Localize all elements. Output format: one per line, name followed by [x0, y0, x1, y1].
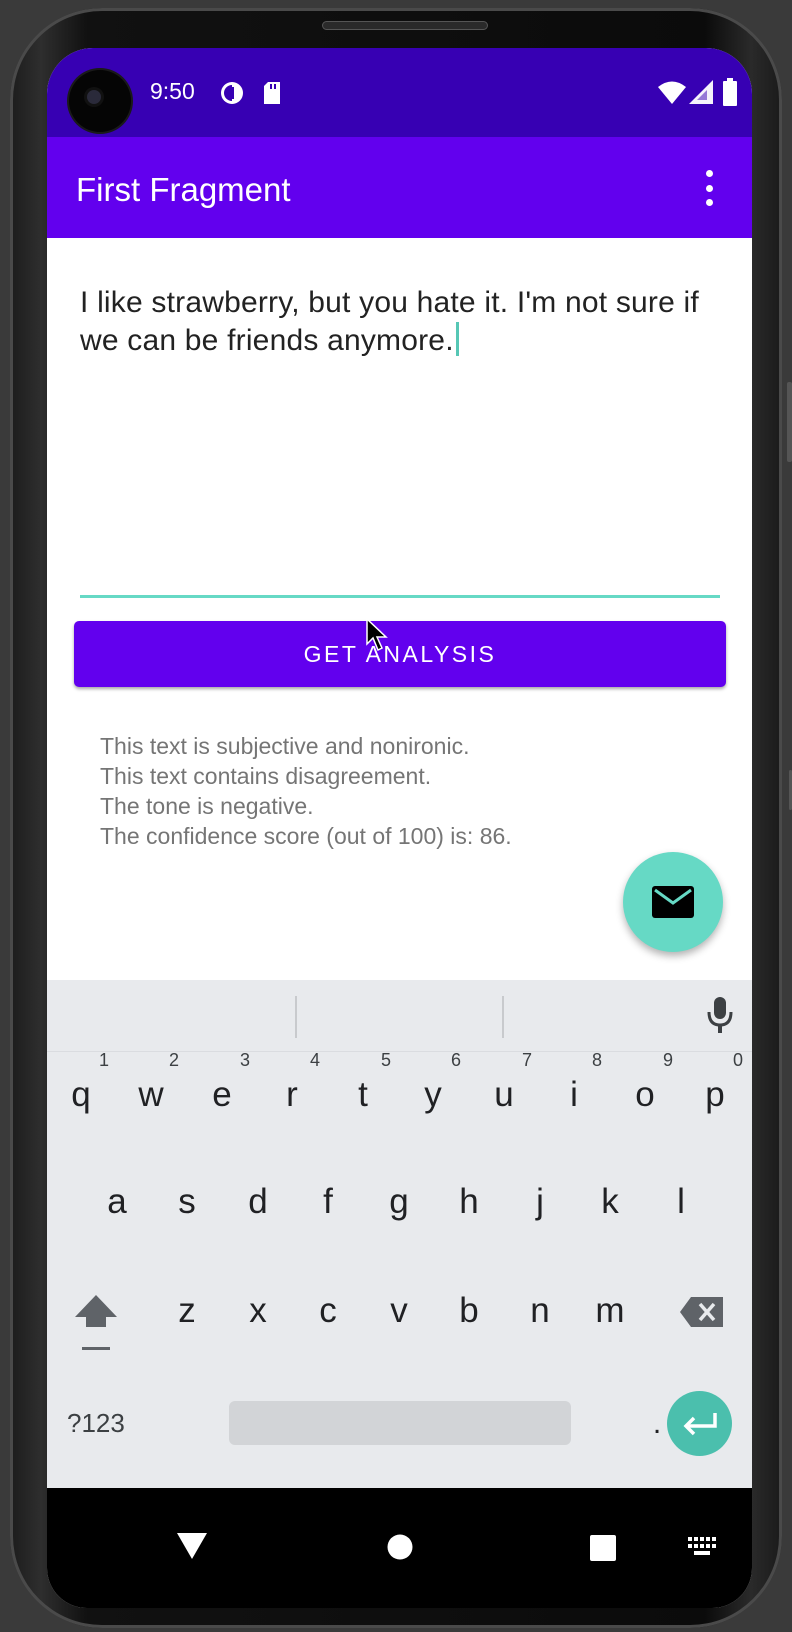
key-w[interactable]: w2 — [121, 1050, 181, 1135]
result-line: This text contains disagreement. — [100, 763, 432, 789]
analysis-results: This text is subjective and nonironic. T… — [100, 731, 512, 851]
text-cursor — [455, 322, 459, 356]
key-c[interactable]: c — [298, 1271, 358, 1351]
back-icon[interactable] — [176, 1532, 208, 1560]
keyboard-switch-icon[interactable] — [688, 1537, 718, 1557]
result-line: The tone is negative. — [100, 793, 314, 819]
text-input-value: I like strawberry, but you hate it. I'm … — [80, 286, 699, 357]
key-e[interactable]: e3 — [192, 1050, 252, 1135]
text-input-field[interactable]: I like strawberry, but you hate it. I'm … — [80, 282, 720, 598]
key-f[interactable]: f — [298, 1162, 358, 1242]
enter-key[interactable] — [667, 1391, 732, 1456]
suggestion-divider — [295, 996, 297, 1038]
backspace-icon[interactable] — [679, 1296, 725, 1328]
symbols-key[interactable]: ?123 — [67, 1398, 125, 1448]
result-line: The confidence score (out of 100) is: 86… — [100, 823, 512, 849]
key-b[interactable]: b — [439, 1271, 499, 1351]
app-bar: First Fragment — [47, 137, 752, 238]
key-h[interactable]: h — [439, 1162, 499, 1242]
page-title: First Fragment — [76, 171, 291, 208]
device-screen: 9:50 First Fragment I like strawberry, b… — [47, 48, 752, 1608]
key-i[interactable]: i8 — [544, 1050, 604, 1135]
key-n[interactable]: n — [510, 1271, 570, 1351]
key-t[interactable]: t5 — [333, 1050, 393, 1135]
navigation-bar — [47, 1488, 752, 1608]
status-bar: 9:50 — [47, 48, 752, 137]
home-icon[interactable] — [387, 1534, 413, 1560]
wifi-icon — [658, 81, 686, 104]
key-v[interactable]: v — [369, 1271, 429, 1351]
result-line: This text is subjective and nonironic. — [100, 733, 470, 759]
microphone-icon[interactable] — [705, 995, 735, 1035]
key-a[interactable]: a — [87, 1162, 147, 1242]
key-r[interactable]: r4 — [262, 1050, 322, 1135]
key-x[interactable]: x — [228, 1271, 288, 1351]
space-bar[interactable] — [229, 1401, 571, 1445]
key-u[interactable]: u7 — [474, 1050, 534, 1135]
recents-icon[interactable] — [589, 1534, 617, 1562]
key-d[interactable]: d — [228, 1162, 288, 1242]
key-m[interactable]: m — [580, 1271, 640, 1351]
email-icon — [652, 886, 694, 918]
suggestion-strip — [47, 980, 752, 1052]
key-l[interactable]: l — [651, 1162, 711, 1242]
shift-icon[interactable] — [74, 1293, 118, 1353]
status-time: 9:50 — [150, 78, 195, 104]
email-fab-button[interactable] — [623, 852, 723, 952]
suggestion-divider — [502, 996, 504, 1038]
key-y[interactable]: y6 — [403, 1050, 463, 1135]
get-analysis-button[interactable]: GET ANALYSIS — [74, 621, 726, 687]
data-saver-icon — [221, 82, 243, 104]
signal-icon — [689, 80, 713, 104]
key-p[interactable]: p0 — [685, 1050, 745, 1135]
phone-side-button — [787, 382, 792, 462]
key-z[interactable]: z — [157, 1271, 217, 1351]
key-o[interactable]: o9 — [615, 1050, 675, 1135]
key-g[interactable]: g — [369, 1162, 429, 1242]
enter-icon — [683, 1412, 717, 1435]
mouse-pointer-icon — [366, 618, 388, 652]
earpiece-speaker — [322, 21, 488, 30]
sd-card-icon — [264, 82, 280, 104]
overflow-menu-icon[interactable] — [701, 170, 717, 206]
soft-keyboard: q1 w2 e3 r4 t5 y6 u7 i8 o9 p0 a s d f g … — [47, 980, 752, 1488]
key-s[interactable]: s — [157, 1162, 217, 1242]
camera-icon — [69, 70, 131, 132]
key-j[interactable]: j — [510, 1162, 570, 1242]
key-q[interactable]: q1 — [51, 1050, 111, 1135]
battery-icon — [723, 78, 737, 106]
key-k[interactable]: k — [580, 1162, 640, 1242]
